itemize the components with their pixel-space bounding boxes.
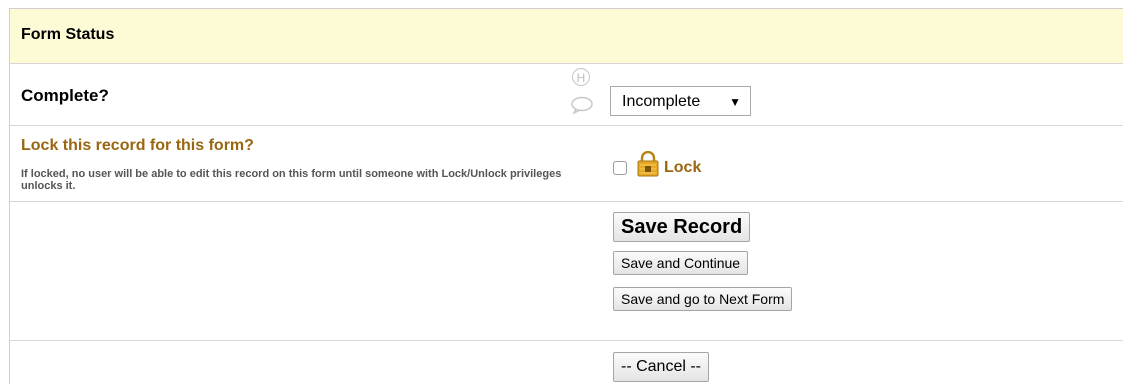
complete-status-select[interactable]: Incomplete ▼ — [610, 86, 751, 116]
lock-icon — [637, 151, 659, 177]
lock-record-label: Lock this record for this form? — [21, 137, 254, 154]
complete-label: Complete? — [21, 86, 109, 105]
complete-status-value: Incomplete — [622, 93, 701, 110]
save-buttons-row: Save Record Save and Continue Save and g… — [10, 202, 1123, 341]
complete-row: Complete? H Incomplete ▼ — [10, 64, 1123, 126]
save-record-button[interactable]: Save Record — [613, 212, 751, 242]
help-icons: H — [570, 68, 600, 120]
cancel-row: -- Cancel -- — [10, 341, 1123, 385]
form-status-title: Form Status — [21, 26, 115, 43]
lock-checkbox[interactable] — [613, 161, 627, 175]
dropdown-arrow-icon: ▼ — [729, 95, 741, 109]
form-status-header: Form Status — [10, 9, 1123, 64]
lock-row: Lock this record for this form? If locke… — [10, 126, 1123, 202]
lock-record-note: If locked, no user will be able to edit … — [21, 168, 562, 192]
save-and-continue-button[interactable]: Save and Continue — [613, 251, 749, 275]
help-icon[interactable]: H — [572, 68, 590, 86]
lock-text[interactable]: Lock — [664, 159, 701, 177]
comment-bubble-icon[interactable] — [570, 96, 594, 114]
form-status-table: Form Status Complete? H Incomplete ▼ Loc… — [9, 8, 1123, 384]
save-and-next-form-button[interactable]: Save and go to Next Form — [613, 287, 793, 311]
cancel-button[interactable]: -- Cancel -- — [613, 352, 710, 382]
